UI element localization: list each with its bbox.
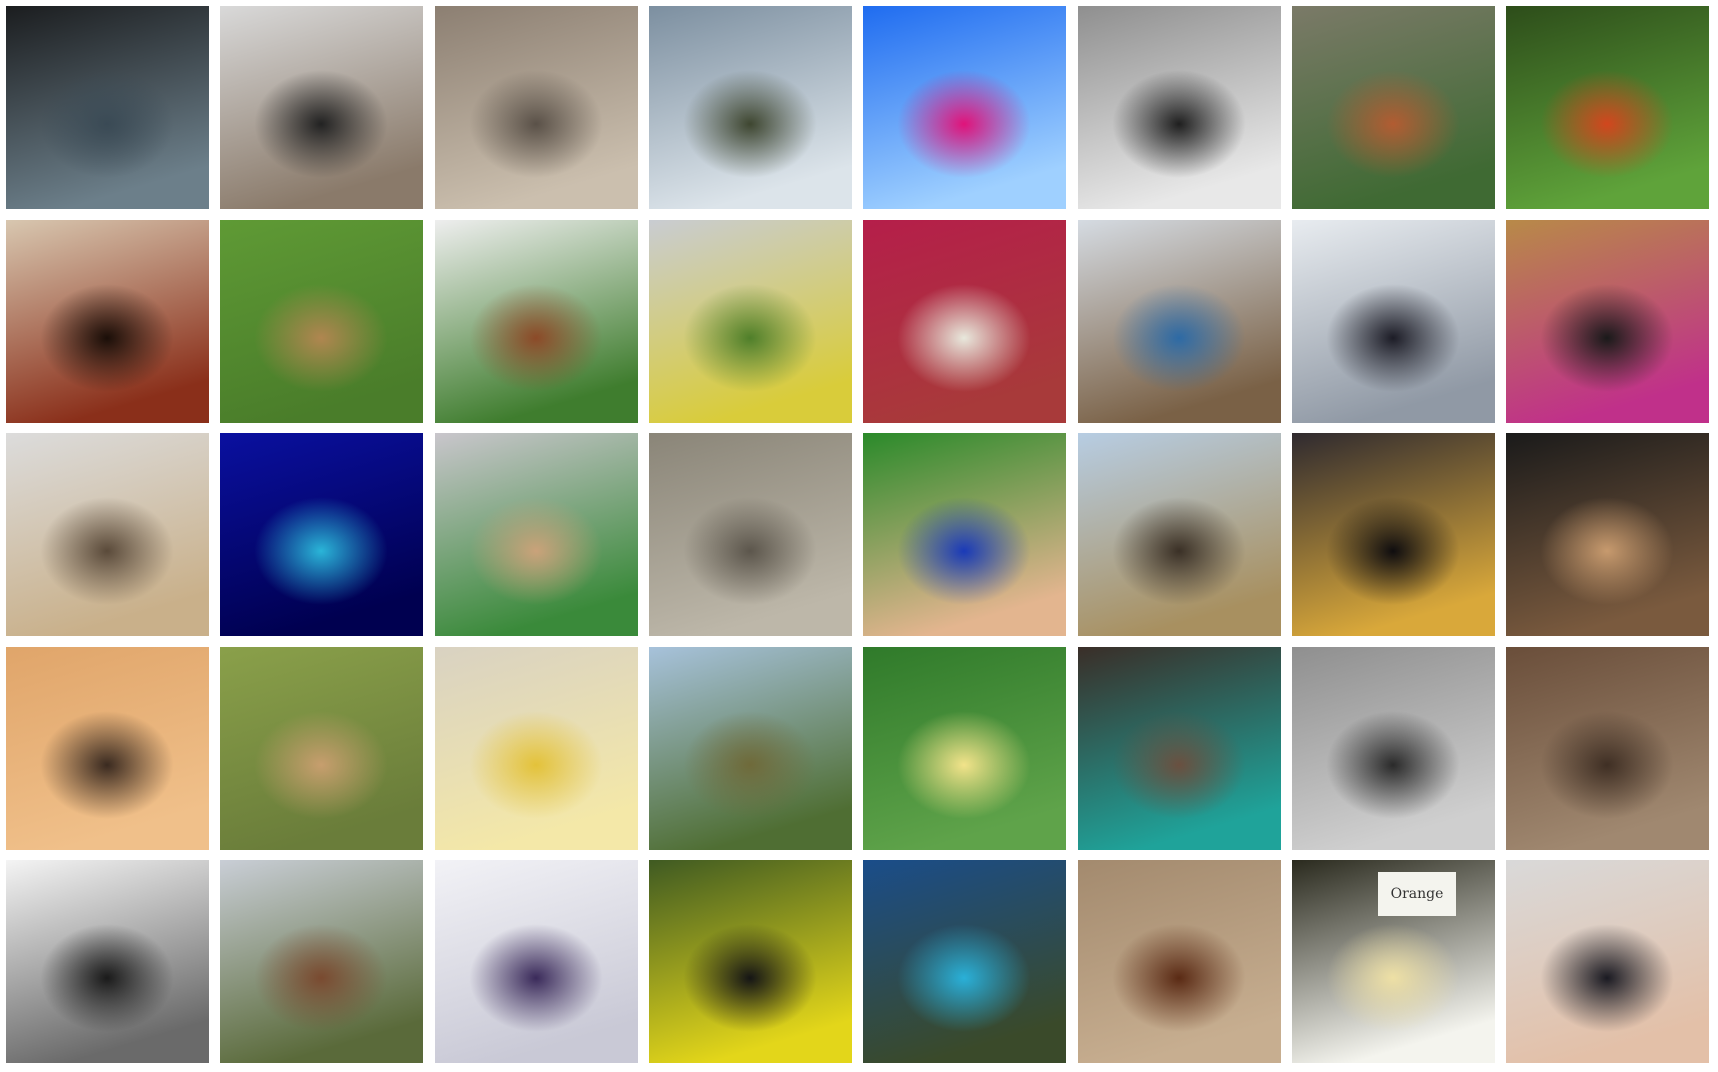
photo-tile-spider-on-white [6,433,209,636]
photo-plated-dish [435,220,638,423]
photo-graduates [863,433,1066,636]
photo-tile-compass [6,860,209,1063]
photo-lemon-slice [435,647,638,850]
photo-fire-salamander [649,860,852,1063]
photo-tile-fire-salamander [649,860,852,1063]
photo-tile-cauliflower-with-card: Orange [1292,860,1495,1063]
photo-tile-rock-on-bark [435,6,638,209]
photo-bw-face-hair [1292,647,1495,850]
photo-stone-bridge-valley [220,860,423,1063]
photo-tile-kitten-on-bag [435,433,638,636]
photo-compass [6,860,209,1063]
photo-beaker-on-blue [863,6,1066,209]
photo-tile-white-chair [863,220,1066,423]
photo-tile-lemon-slice [435,647,638,850]
photo-tile-suspension-bridge-dusk [1292,433,1495,636]
photo-tile-coffee-and-tart [6,220,209,423]
photo-tile-mountain-lake [649,6,852,209]
photo-sewing-machine [6,647,209,850]
photo-tile-sky-ornament [1078,433,1281,636]
photo-tile-elephant-calf [649,433,852,636]
photo-white-chair [863,220,1066,423]
photo-gazelle [220,647,423,850]
photo-tile-glass-flask [435,860,638,1063]
photo-ladybug [1506,6,1709,209]
photo-tile-black-poodle [220,6,423,209]
photo-tile-steel-bridge [1292,220,1495,423]
photo-tile-dark-indoor-figure [6,6,209,209]
photo-cauliflower [863,647,1066,850]
photo-black-poodle [220,6,423,209]
photo-dark-indoor-figure [6,6,209,209]
photo-tile-escalator-bw [1078,6,1281,209]
image-grid: Orange [0,0,1718,1072]
photo-red-panda [1292,6,1495,209]
photo-tile-ocean-coast-aerial [863,860,1066,1063]
photo-kitten-on-bag [435,433,638,636]
photo-tile-library-room [1078,647,1281,850]
photo-tile-blue-scorpion [220,433,423,636]
photo-rocky-shore [1506,647,1709,850]
photo-tile-rocky-shore [1506,647,1709,850]
photo-tile-alpine-meadow [649,220,852,423]
photo-fossil-trilobite [1506,433,1709,636]
photo-spider-on-white [6,433,209,636]
photo-tile-ipod-on-wood [1506,220,1709,423]
photo-viaduct-landscape [649,647,852,850]
photo-ocean-coast-aerial [863,860,1066,1063]
photo-glass-flask [435,860,638,1063]
photo-tile-graduates [863,433,1066,636]
photo-tile-gazelle [220,647,423,850]
photo-man-holding-phone [1506,860,1709,1063]
photo-mountain-lake [649,6,852,209]
photo-rock-on-bark [435,6,638,209]
photo-tile-beaker-on-blue [863,6,1066,209]
photo-tile-seabird-over-ocean [1078,220,1281,423]
photo-tile-plated-dish [435,220,638,423]
photo-ipod-on-wood [1506,220,1709,423]
photo-suspension-bridge-dusk [1292,433,1495,636]
photo-tile-cauliflower [863,647,1066,850]
photo-tile-fossil-trilobite [1506,433,1709,636]
photo-tile-man-holding-phone [1506,860,1709,1063]
photo-coffee-and-tart [6,220,209,423]
card-label: Orange [1378,872,1456,916]
photo-blue-scorpion [220,433,423,636]
photo-alpine-meadow [649,220,852,423]
photo-sky-ornament [1078,433,1281,636]
photo-seabird-over-ocean [1078,220,1281,423]
photo-steel-bridge [1292,220,1495,423]
photo-tile-sewing-machine [6,647,209,850]
photo-tile-stone-bridge-valley [220,860,423,1063]
photo-tile-viaduct-landscape [649,647,852,850]
photo-tile-cockroach-on-sand [1078,860,1281,1063]
photo-elephant-calf [649,433,852,636]
photo-tile-red-panda [1292,6,1495,209]
photo-cockroach-on-sand [1078,860,1281,1063]
photo-tile-ladybug [1506,6,1709,209]
photo-tile-golden-dog-on-grass [220,220,423,423]
photo-escalator-bw [1078,6,1281,209]
photo-library-room [1078,647,1281,850]
photo-golden-dog-on-grass [220,220,423,423]
photo-tile-bw-face-hair [1292,647,1495,850]
